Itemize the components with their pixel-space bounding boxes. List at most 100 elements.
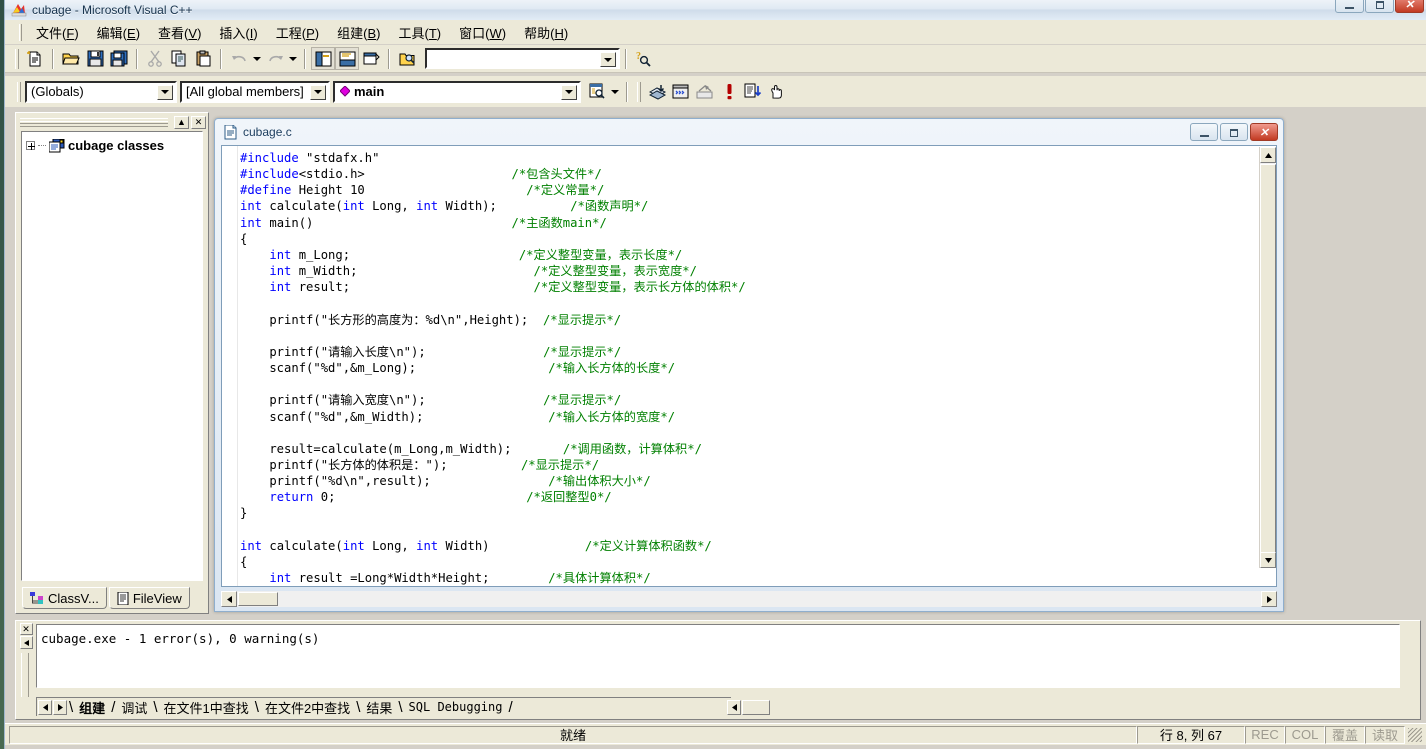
selection-margin[interactable]: [222, 146, 238, 586]
find-in-files-icon[interactable]: [395, 47, 419, 70]
workspace-close-button[interactable]: ✕: [191, 115, 206, 129]
menu-insert[interactable]: 插入(I): [210, 20, 266, 45]
globals-combo-arrow-icon[interactable]: [157, 84, 173, 100]
menubar-grip[interactable]: [19, 23, 22, 41]
menu-help[interactable]: 帮助(H): [515, 20, 577, 45]
output-tab-find-in-files-1[interactable]: 在文件1中查找: [158, 698, 255, 717]
code-editor-area[interactable]: #include "stdafx.h" #include<stdio.h> /*…: [221, 145, 1277, 587]
window-close-button[interactable]: ✕: [1395, 0, 1424, 13]
find-combo-arrow-icon[interactable]: [600, 52, 616, 67]
tab-classview-label: ClassV...: [48, 590, 99, 606]
members-combo-arrow-icon[interactable]: [310, 84, 326, 100]
window-maximize-button[interactable]: [1365, 0, 1394, 13]
scroll-down-button[interactable]: [1260, 552, 1276, 568]
toolbar-separator: [626, 81, 628, 102]
output-horizontal-scrollbar[interactable]: [726, 699, 1416, 716]
scroll-up-button[interactable]: [1260, 147, 1276, 163]
editor-horizontal-scrollbar[interactable]: [221, 591, 1277, 607]
workspace-tabs: ClassV... FileView: [22, 587, 192, 609]
tab-fileview-label: FileView: [132, 590, 182, 606]
cut-icon[interactable]: [143, 47, 167, 70]
wizardbar-grip[interactable]: [17, 81, 21, 102]
find-help-icon[interactable]: ?: [632, 47, 656, 70]
undo-icon[interactable]: [227, 47, 251, 70]
tab-fileview[interactable]: FileView: [108, 587, 190, 609]
new-file-icon[interactable]: [23, 47, 47, 70]
go-icon[interactable]: [741, 80, 765, 103]
chevron-down-icon[interactable]: [609, 80, 621, 103]
open-folder-icon[interactable]: [59, 47, 83, 70]
output-window-icon[interactable]: [335, 47, 359, 70]
workspace-minimize-button[interactable]: ▲: [174, 115, 189, 129]
editor-close-button[interactable]: ✕: [1250, 123, 1278, 141]
build-icon[interactable]: [669, 80, 693, 103]
scroll-left-button[interactable]: [221, 591, 237, 607]
toolbar-separator: [625, 48, 627, 69]
horizontal-scroll-thumb[interactable]: [238, 592, 278, 606]
undo-dropdown-icon[interactable]: [251, 47, 263, 70]
save-all-icon[interactable]: [107, 47, 131, 70]
output-scroll-left-button[interactable]: [727, 700, 741, 715]
window-controls: ✕: [1335, 0, 1424, 13]
tree-expander-icon[interactable]: [26, 141, 35, 150]
insert-breakpoint-icon[interactable]: [717, 80, 741, 103]
scroll-right-button[interactable]: [1261, 591, 1277, 607]
output-tab-next-button[interactable]: [53, 699, 67, 715]
globals-combo-value: (Globals): [31, 84, 84, 99]
menu-project[interactable]: 工程(P): [267, 20, 328, 45]
build-output-text[interactable]: cubage.exe - 1 error(s), 0 warning(s): [36, 624, 1400, 688]
source-code-text[interactable]: #include "stdafx.h" #include<stdio.h> /*…: [240, 150, 1258, 586]
symbol-combo-arrow-icon[interactable]: [561, 84, 577, 100]
members-combo[interactable]: [All global members]: [180, 80, 330, 103]
redo-dropdown-icon[interactable]: [287, 47, 299, 70]
compile-icon[interactable]: [645, 80, 669, 103]
stop-build-icon[interactable]: [693, 80, 717, 103]
vertical-scroll-thumb[interactable]: [1260, 164, 1276, 564]
save-icon[interactable]: [83, 47, 107, 70]
wizardbar-action-icon[interactable]: [585, 80, 609, 103]
output-tab-debug[interactable]: 调试: [115, 698, 153, 717]
output-tab-build[interactable]: 组建: [73, 698, 111, 717]
redo-icon[interactable]: [263, 47, 287, 70]
toolbar-grip[interactable]: [15, 48, 19, 69]
menu-tools[interactable]: 工具(T): [389, 20, 450, 45]
tree-item-cubage-classes[interactable]: cubage classes: [26, 138, 198, 153]
output-tab-sql-debugging[interactable]: SQL Debugging: [403, 700, 509, 714]
tab-classview[interactable]: ClassV...: [22, 587, 107, 609]
workspace-tree[interactable]: cubage classes: [21, 131, 203, 581]
output-splitter[interactable]: [21, 653, 29, 697]
paste-icon[interactable]: [191, 47, 215, 70]
workspace-drag-ridges[interactable]: [20, 117, 168, 127]
resize-grip[interactable]: [1408, 727, 1422, 742]
output-tab-prev-button[interactable]: [38, 699, 52, 715]
menu-view[interactable]: 查看(V): [149, 20, 210, 45]
output-pane: ✕ cubage.exe - 1 error(s), 0 warning(s) …: [15, 620, 1421, 720]
editor-maximize-button[interactable]: [1220, 123, 1248, 141]
find-combo[interactable]: [425, 48, 620, 69]
menu-build[interactable]: 组建(B): [328, 20, 389, 45]
globals-combo[interactable]: (Globals): [25, 80, 177, 103]
output-scroll-up-button[interactable]: [19, 636, 33, 649]
editor-minimize-button[interactable]: [1190, 123, 1218, 141]
output-tab-results[interactable]: 结果: [360, 698, 398, 717]
window-list-icon[interactable]: [359, 47, 383, 70]
tab-divider: /: [508, 698, 513, 716]
status-indicator-rec: REC: [1245, 725, 1285, 744]
output-close-button[interactable]: ✕: [19, 623, 33, 635]
class-folder-icon: [49, 138, 65, 153]
hand-icon[interactable]: [765, 80, 789, 103]
title-bar: cubage - Microsoft Visual C++ ✕: [5, 0, 1426, 20]
status-indicator-overwrite: 覆盖: [1325, 725, 1365, 744]
output-scroll-thumb[interactable]: [742, 700, 770, 715]
workspace-window-icon[interactable]: [311, 47, 335, 70]
editor-vertical-scrollbar[interactable]: [1259, 147, 1276, 568]
menu-window[interactable]: 窗口(W): [450, 20, 515, 45]
copy-icon[interactable]: [167, 47, 191, 70]
menu-file[interactable]: 文件(F): [27, 20, 88, 45]
output-tab-find-in-files-2[interactable]: 在文件2中查找: [259, 698, 356, 717]
window-minimize-button[interactable]: [1335, 0, 1364, 13]
symbol-combo[interactable]: main: [333, 80, 581, 103]
tree-connector-line: [38, 145, 46, 146]
menu-edit[interactable]: 编辑(E): [88, 20, 149, 45]
build-toolbar-grip[interactable]: [637, 81, 641, 102]
